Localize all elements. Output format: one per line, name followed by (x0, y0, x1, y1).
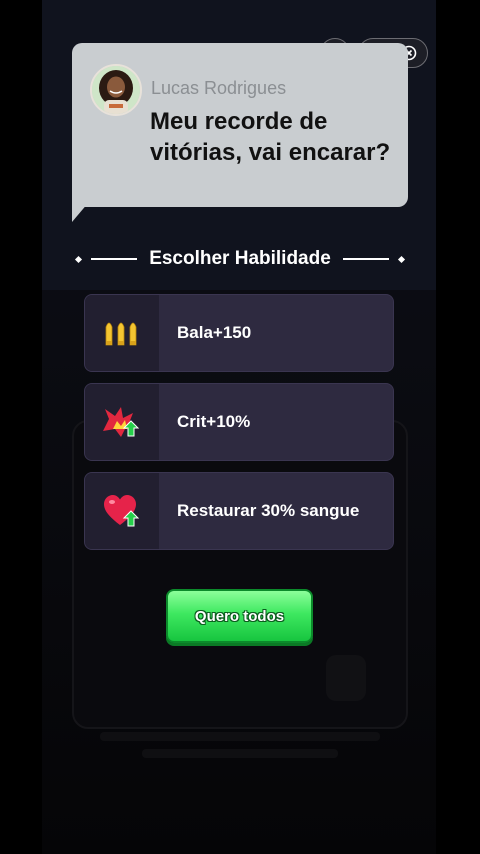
avatar (90, 64, 142, 116)
skill-icon-box (85, 384, 159, 460)
left-ornament (75, 255, 138, 263)
skill-option-bullets[interactable]: Bala+150 (84, 294, 394, 372)
skill-label: Restaurar 30% sangue (177, 501, 360, 520)
skill-option-crit[interactable]: Crit+10% (84, 383, 394, 461)
challenger-name: Lucas Rodrigues (151, 78, 287, 98)
bubble-tail (72, 196, 94, 222)
challenge-message: Meu recorde de vitórias, vai encarar? (150, 108, 391, 166)
want-all-label: Quero todos (194, 607, 285, 625)
skill-icon-box (85, 473, 159, 549)
bullets-icon (105, 322, 137, 346)
dimmed-item (326, 655, 366, 701)
skill-icon-box (85, 295, 159, 371)
right-ornament (342, 255, 405, 263)
skill-option-heal[interactable]: Restaurar 30% sangue (84, 472, 394, 550)
crit-burst-icon (103, 407, 140, 437)
dimmed-hint-text (100, 732, 380, 772)
want-all-button[interactable]: Quero todos (166, 589, 313, 643)
skill-label: Bala+150 (177, 323, 252, 342)
section-header: Escolher Habilidade (75, 246, 405, 272)
heart-heal-icon (104, 495, 140, 527)
skill-label: Crit+10% (177, 412, 251, 431)
section-title: Escolher Habilidade (149, 248, 331, 269)
